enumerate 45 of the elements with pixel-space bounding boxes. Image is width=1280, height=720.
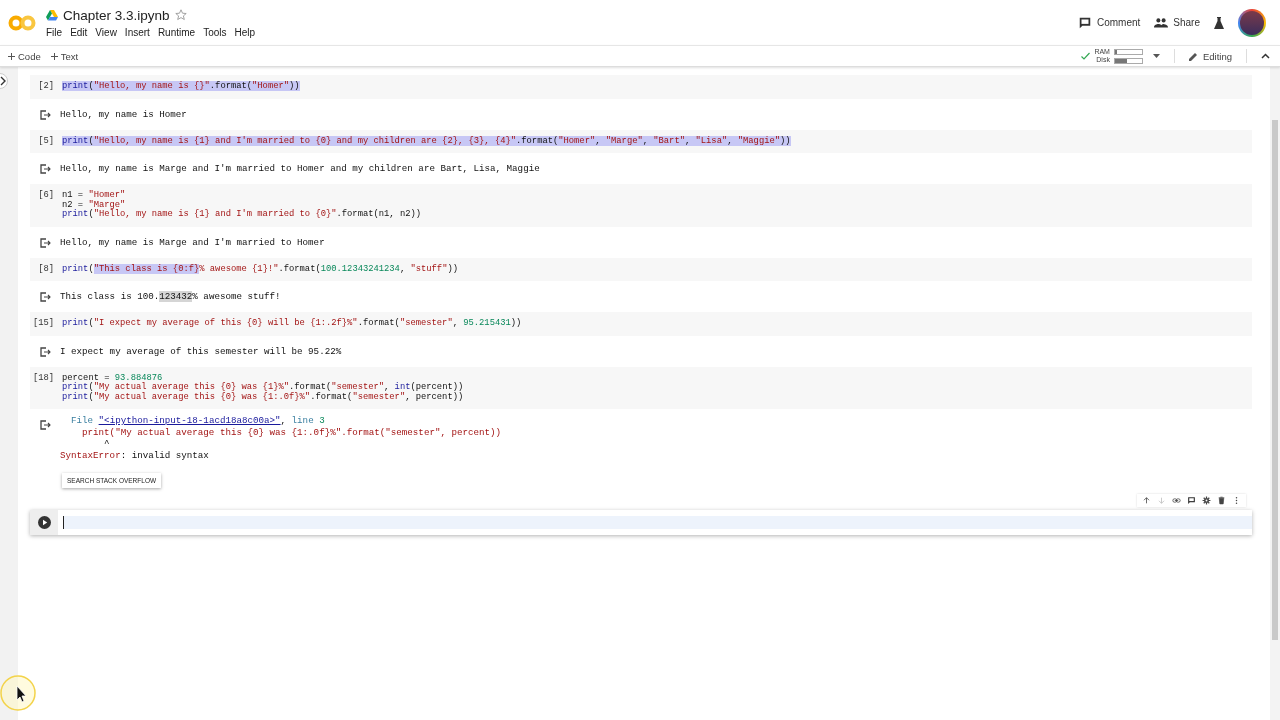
- code-line: print("I expect my average of this {0} will be {1:.2f}%".format("semester", 95.215431)): [62, 319, 522, 329]
- comment-button[interactable]: Comment: [1077, 15, 1141, 30]
- execution-count: [18]: [31, 373, 54, 385]
- execution-count: [6]: [37, 191, 54, 202]
- output-line: Hello, my name is Homer: [60, 108, 187, 120]
- execution-count: [8]: [37, 264, 54, 274]
- menu-item[interactable]: File: [42, 26, 67, 38]
- notebook-title[interactable]: Chapter 3.3.ipynb: [63, 7, 170, 23]
- output-line: I expect my average of this semester will be 95.22%: [60, 345, 342, 357]
- code-cell[interactable]: [15] print("I expect my average of this {0} will be {1:.2f}%".format("semester", 95.215431)): [30, 312, 1252, 336]
- code-cell[interactable]: [5] print("Hello, my name is {1} and I'm married to {0} and my children are {2}, {3}, {4}".format("Homer", "Marge", "Bart", "Lisa", "Maggie")): [30, 129, 1252, 153]
- code-line: print("My actual average this {0} was {1}%".format("semester", int(percent)): [62, 383, 464, 392]
- error-line: ^: [103, 438, 111, 450]
- menu-item[interactable]: Tools: [199, 26, 231, 38]
- code-line: percent = 93.884876: [62, 373, 164, 383]
- code-cell[interactable]: [8] print("This class is {0:f}% awesome {1}!".format(100.12343241234, "stuff")): [30, 257, 1252, 281]
- code-line: n2 = "Marge": [62, 200, 126, 210]
- error-line: SyntaxError: invalid syntax: [60, 449, 210, 461]
- menu-item[interactable]: Edit: [66, 26, 92, 38]
- code-line: print("This class is {0:f}% awesome {1}!".format(100.12343241234, "stuff")): [62, 264, 458, 274]
- add-cell-button[interactable]: Text: [50, 50, 79, 62]
- code-line: print("Hello, my name is {1} and I'm married to {0} and my children are {2}, {3}, {4}".format("Homer", "Marge", "Bart", "Lisa", "Maggie")): [62, 136, 791, 146]
- code-line: print("Hello, my name is {}".format("Homer")): [62, 82, 300, 92]
- code-cell[interactable]: [18] percent = 93.884876 print("My actual average this {0} was {1}%".format("semester", int(percent)) print("My actual average this {0} was {1:.0f}%".format("semester", percent)): [30, 366, 1252, 409]
- share-button[interactable]: Share: [1154, 15, 1200, 30]
- output-line: Hello, my name is Marge and I'm married to Homer: [60, 236, 325, 248]
- error-line: File "<ipython-input-18-1acd18a8c00a>", line 3: [70, 415, 326, 427]
- add-cell-button[interactable]: Code: [8, 50, 41, 62]
- execution-count: [2]: [37, 82, 54, 92]
- code-cell[interactable]: [2] print("Hello, my name is {}".format("Homer")): [30, 75, 1252, 99]
- menu-item[interactable]: View: [91, 26, 121, 38]
- editing-button[interactable]: Editing: [1188, 50, 1232, 62]
- file-link[interactable]: "<ipython-input-18-1acd18a8c00a>": [98, 415, 281, 426]
- code-cell[interactable]: [6] n1 = "Homer" n2 = "Marge" print("Hello, my name is {1} and I'm married to {0}".format(n1, n2)): [30, 184, 1252, 227]
- menu-item[interactable]: Insert: [120, 26, 154, 38]
- code-line: print("My actual average this {0} was {1:.0f}%".format("semester", percent)): [62, 392, 464, 402]
- menu-item[interactable]: Help: [230, 26, 260, 38]
- execution-count: [5]: [37, 136, 54, 146]
- error-line: print("My actual average this {0} was {1:.0f}%".format("semester", percent)): [81, 426, 502, 438]
- output-line: This class is 100.123432% awesome stuff!: [60, 291, 281, 302]
- execution-count: [15]: [31, 319, 54, 329]
- menu-item[interactable]: Runtime: [153, 26, 200, 38]
- output-line: Hello, my name is Marge and I'm married to Homer and my children are Bart, Lisa, Maggie: [60, 163, 540, 174]
- code-line: print("Hello, my name is {1} and I'm married to {0}".format(n1, n2)): [62, 210, 421, 220]
- code-line: n1 = "Homer": [62, 191, 127, 200]
